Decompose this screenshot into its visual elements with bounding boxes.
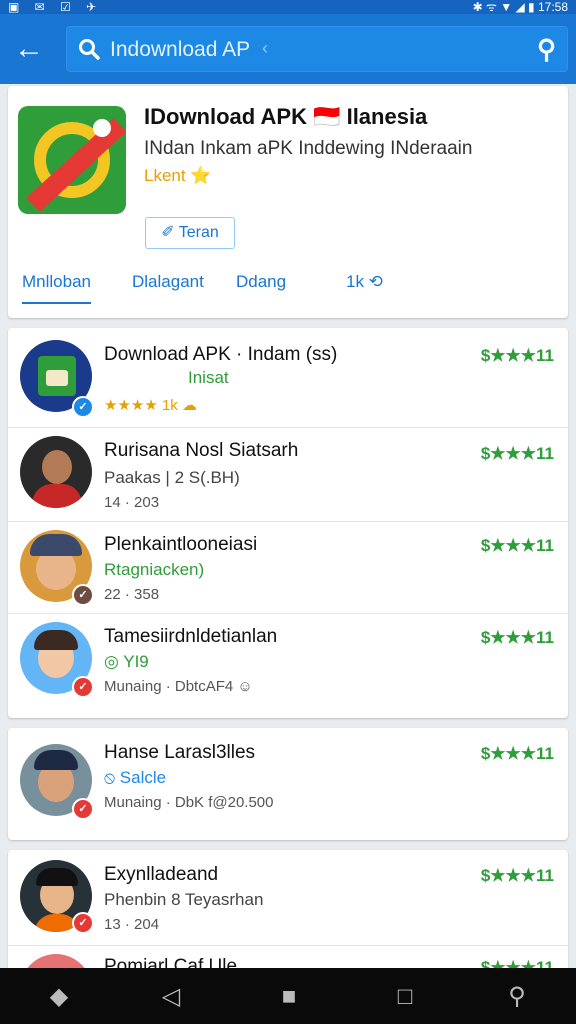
app-title: IDownload APK 🇮🇩 Ilanesia — [144, 104, 428, 129]
app-subtitle: INdan Inkam aPK Inddewing INderaain — [144, 138, 473, 159]
assistant-icon[interactable]: ◆ — [44, 982, 74, 1012]
tab-mnlloban[interactable]: Mnlloban — [22, 272, 91, 304]
list-item[interactable]: ✓ Tamesiirdnldetianlan ◎ YI9 Munaing · D… — [8, 614, 568, 718]
results-card: ✓ Exynlladeand Phenbin 8 Teyasrhan 13 · … — [8, 850, 568, 980]
home-icon[interactable]: ■ — [274, 982, 304, 1012]
app-logo-icon[interactable] — [18, 106, 126, 214]
result-title: Plenkaintlooneiasi — [104, 534, 258, 555]
result-meta: 13 · 204 — [104, 916, 160, 933]
verified-icon: ✓ — [72, 584, 94, 606]
result-meta: Munaing · DbtcAF4 ☺ — [104, 678, 253, 695]
result-meta: Munaing · DbK f@20.500 — [104, 794, 274, 811]
status-bar: ▣ ✉ ☑ ✈ ✱ ᯤ ▼ ◢ ▮ 17:58 — [0, 0, 576, 14]
system-nav-bar: ◆ ◁ ■ □ ⚲ — [0, 968, 576, 1024]
app-header-card: IDownload APK 🇮🇩 Ilanesia INdan Inkam aP… — [8, 86, 568, 318]
verified-icon: ✓ — [72, 798, 94, 820]
back-arrow-icon[interactable]: ← — [12, 34, 46, 64]
accessibility-icon[interactable]: ⚲ — [502, 982, 532, 1012]
tab-ddang[interactable]: Ddang — [236, 272, 286, 302]
text-caret: ‹ — [262, 38, 268, 58]
app-badge: Lkent ⭐ — [144, 166, 212, 185]
result-subtitle: Rtagniacken) — [104, 560, 205, 579]
result-title: Exynlladeand — [104, 864, 219, 885]
status-notification-icons: ▣ ✉ ☑ ✈ — [8, 0, 103, 14]
rating-badge: $★★★11 — [480, 346, 554, 365]
list-item[interactable]: ✓ Download APK · Indam (ss) Inisat ★★★★ … — [8, 328, 568, 428]
search-icon — [79, 39, 100, 60]
verified-icon: ✓ — [72, 676, 94, 698]
rating-badge: $★★★11 — [480, 744, 554, 763]
avatar — [20, 436, 92, 508]
list-item[interactable]: ✓ Exynlladeand Phenbin 8 Teyasrhan 13 · … — [8, 850, 568, 946]
tab-share[interactable]: 1k ⟲ — [346, 272, 383, 302]
result-subtitle: ◎ YI9 — [104, 652, 149, 671]
recents-icon[interactable]: □ — [390, 982, 420, 1012]
back-nav-icon[interactable]: ◁ — [156, 982, 186, 1012]
rating-badge: $★★★11 — [480, 628, 554, 647]
list-item[interactable]: ✓ Plenkaintlooneiasi Rtagniacken) 22 · 3… — [8, 522, 568, 614]
list-item[interactable]: ✓ Hanse Larasl3lles ⦸ Salcle Munaing · D… — [8, 728, 568, 840]
rating-badge: $★★★11 — [480, 866, 554, 885]
list-item[interactable]: Rurisana Nosl Siatsarh Paakas | 2 S(.BH)… — [8, 428, 568, 522]
rating-badge: $★★★11 — [480, 444, 554, 463]
result-title: Rurisana Nosl Siatsarh — [104, 440, 299, 461]
rating-badge: $★★★11 — [480, 536, 554, 555]
result-title: Download APK · Indam (ss) — [104, 344, 338, 365]
search-input[interactable] — [108, 34, 512, 66]
tab-dlalagant[interactable]: Dlalagant — [132, 272, 204, 302]
result-title: Tamesiirdnldetianlan — [104, 626, 278, 647]
result-meta: 14 · 203 — [104, 494, 160, 511]
result-meta: 22 · 358 — [104, 586, 160, 603]
result-subtitle: ⦸ Salcle — [104, 768, 167, 787]
status-system-icons: ✱ ᯤ ▼ ◢ ▮ 17:58 — [472, 0, 568, 14]
result-subtitle: Inisat — [188, 368, 229, 387]
verified-icon: ✓ — [72, 396, 94, 418]
results-card: ✓ Download APK · Indam (ss) Inisat ★★★★ … — [8, 328, 568, 718]
open-button[interactable]: ✐ Teran — [145, 217, 235, 249]
results-card: ✓ Hanse Larasl3lles ⦸ Salcle Munaing · D… — [8, 728, 568, 840]
search-box[interactable]: ‹ ⚲ — [66, 26, 568, 72]
voice-icon[interactable]: ⚲ — [537, 34, 556, 65]
result-subtitle: Phenbin 8 Teyasrhan — [104, 890, 264, 909]
app-bar: ← ‹ ⚲ — [0, 14, 576, 84]
result-meta: ★★★★ 1k ☁ — [104, 397, 197, 414]
tab-bar: Mnlloban Dlalagant Ddang 1k ⟲ — [8, 264, 568, 308]
result-subtitle: Paakas | 2 S(.BH) — [104, 468, 240, 487]
verified-icon: ✓ — [72, 912, 94, 934]
result-title: Hanse Larasl3lles — [104, 742, 256, 763]
